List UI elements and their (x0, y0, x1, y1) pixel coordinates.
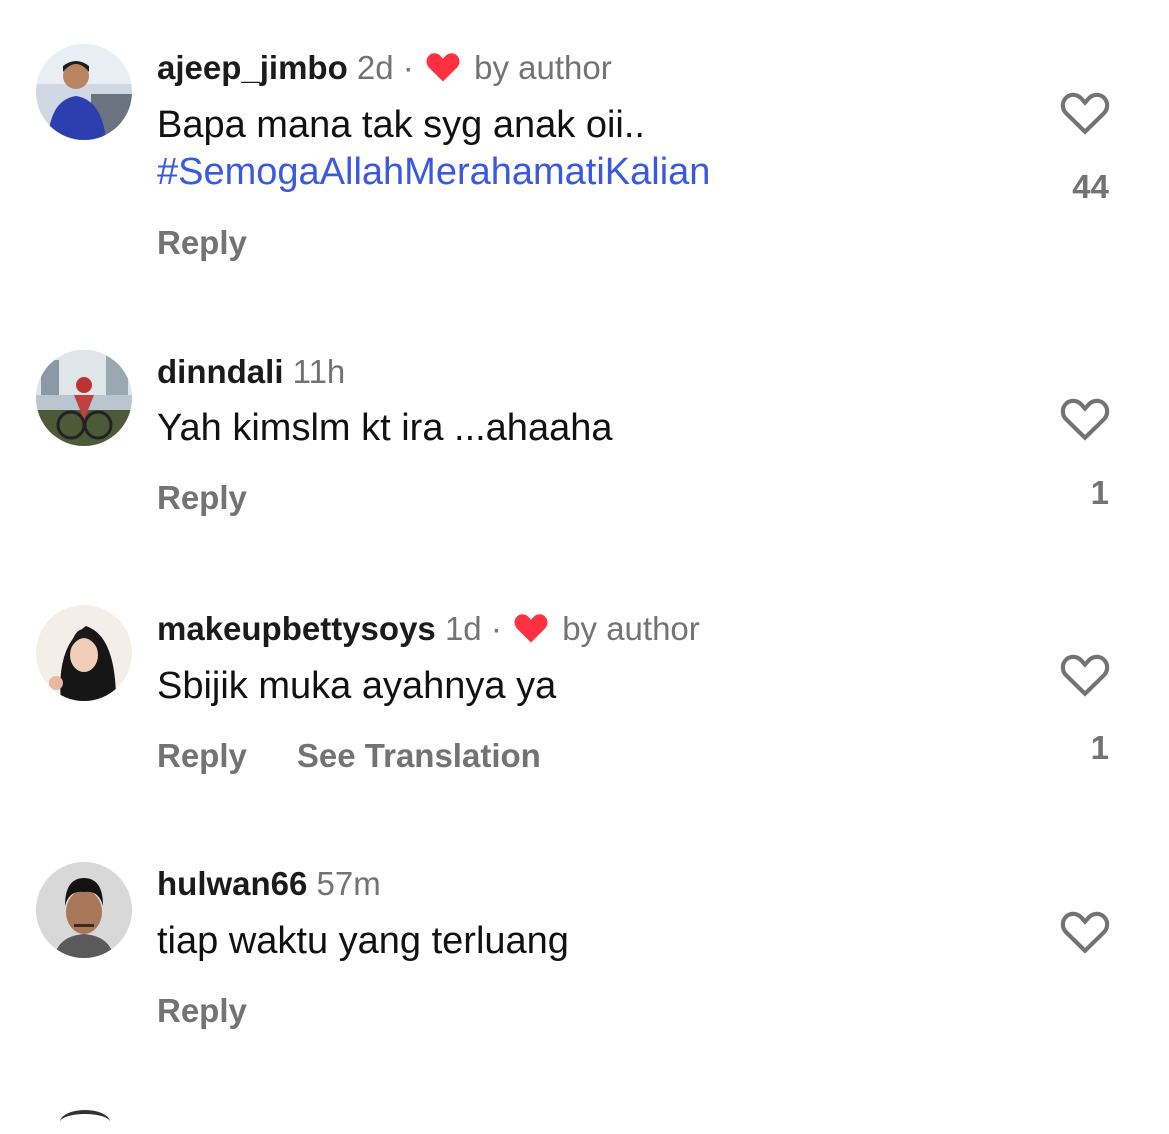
comment-text-line: Sbijik muka ayahnya ya (157, 665, 557, 707)
heart-outline-icon[interactable] (1060, 652, 1110, 698)
avatar[interactable] (36, 605, 132, 701)
comment-actions: Reply (157, 479, 247, 517)
timestamp: 1d (444, 610, 482, 647)
reply-button[interactable]: Reply (157, 479, 247, 516)
comment-text: tiap waktu yang terluang (157, 918, 569, 965)
timestamp: 57m (316, 865, 381, 902)
separator: · (402, 49, 414, 86)
heart-outline-icon[interactable] (1060, 90, 1110, 136)
reply-button[interactable]: Reply (157, 737, 247, 774)
username[interactable]: dinndali (157, 353, 284, 390)
comment-text-line: Yah kimslm kt ira ...ahaaha (157, 407, 613, 449)
separator: · (490, 610, 502, 647)
heart-filled-icon (425, 51, 461, 92)
heart-filled-icon (513, 612, 549, 653)
reply-button[interactable]: Reply (157, 992, 247, 1029)
comment-meta: ajeep_jimbo 2d · by author (157, 48, 612, 92)
avatar[interactable] (36, 44, 132, 140)
see-translation-button[interactable]: See Translation (297, 737, 541, 774)
comment-text-line: tiap waktu yang terluang (157, 920, 569, 962)
timestamp: 2d (356, 49, 394, 86)
username[interactable]: hulwan66 (157, 865, 307, 902)
by-author-label: by author (562, 610, 700, 647)
reply-button[interactable]: Reply (157, 224, 247, 261)
heart-outline-icon[interactable] (1060, 396, 1110, 442)
comment-actions: Reply See Translation (157, 737, 541, 775)
comment-text: Sbijik muka ayahnya ya (157, 663, 556, 710)
comment-actions: Reply (157, 224, 247, 262)
username[interactable]: makeupbettysoys (157, 610, 436, 647)
username[interactable]: ajeep_jimbo (157, 49, 348, 86)
comment-text: Bapa mana tak syg anak oii.. #SemogaAlla… (157, 102, 710, 196)
comment-meta: dinndali 11h (157, 352, 345, 392)
comment-text: Yah kimslm kt ira ...ahaaha (157, 405, 612, 452)
avatar[interactable] (36, 862, 132, 958)
avatar[interactable] (36, 350, 132, 446)
hashtag-link[interactable]: #SemogaAllahMerahamatiKalian (157, 149, 710, 196)
timestamp: 11h (292, 353, 346, 390)
like-count: 44 (1072, 168, 1109, 205)
comment-meta: hulwan66 57m (157, 864, 381, 904)
by-author-label: by author (474, 49, 612, 86)
comment-actions: Reply (157, 992, 247, 1030)
like-count: 1 (1090, 729, 1109, 766)
like-count: 1 (1090, 474, 1109, 511)
comment-meta: makeupbettysoys 1d · by author (157, 609, 700, 653)
heart-outline-icon[interactable] (1060, 909, 1110, 955)
avatar-partial (60, 1110, 110, 1134)
comment-text-line: Bapa mana tak syg anak oii.. (157, 104, 645, 146)
